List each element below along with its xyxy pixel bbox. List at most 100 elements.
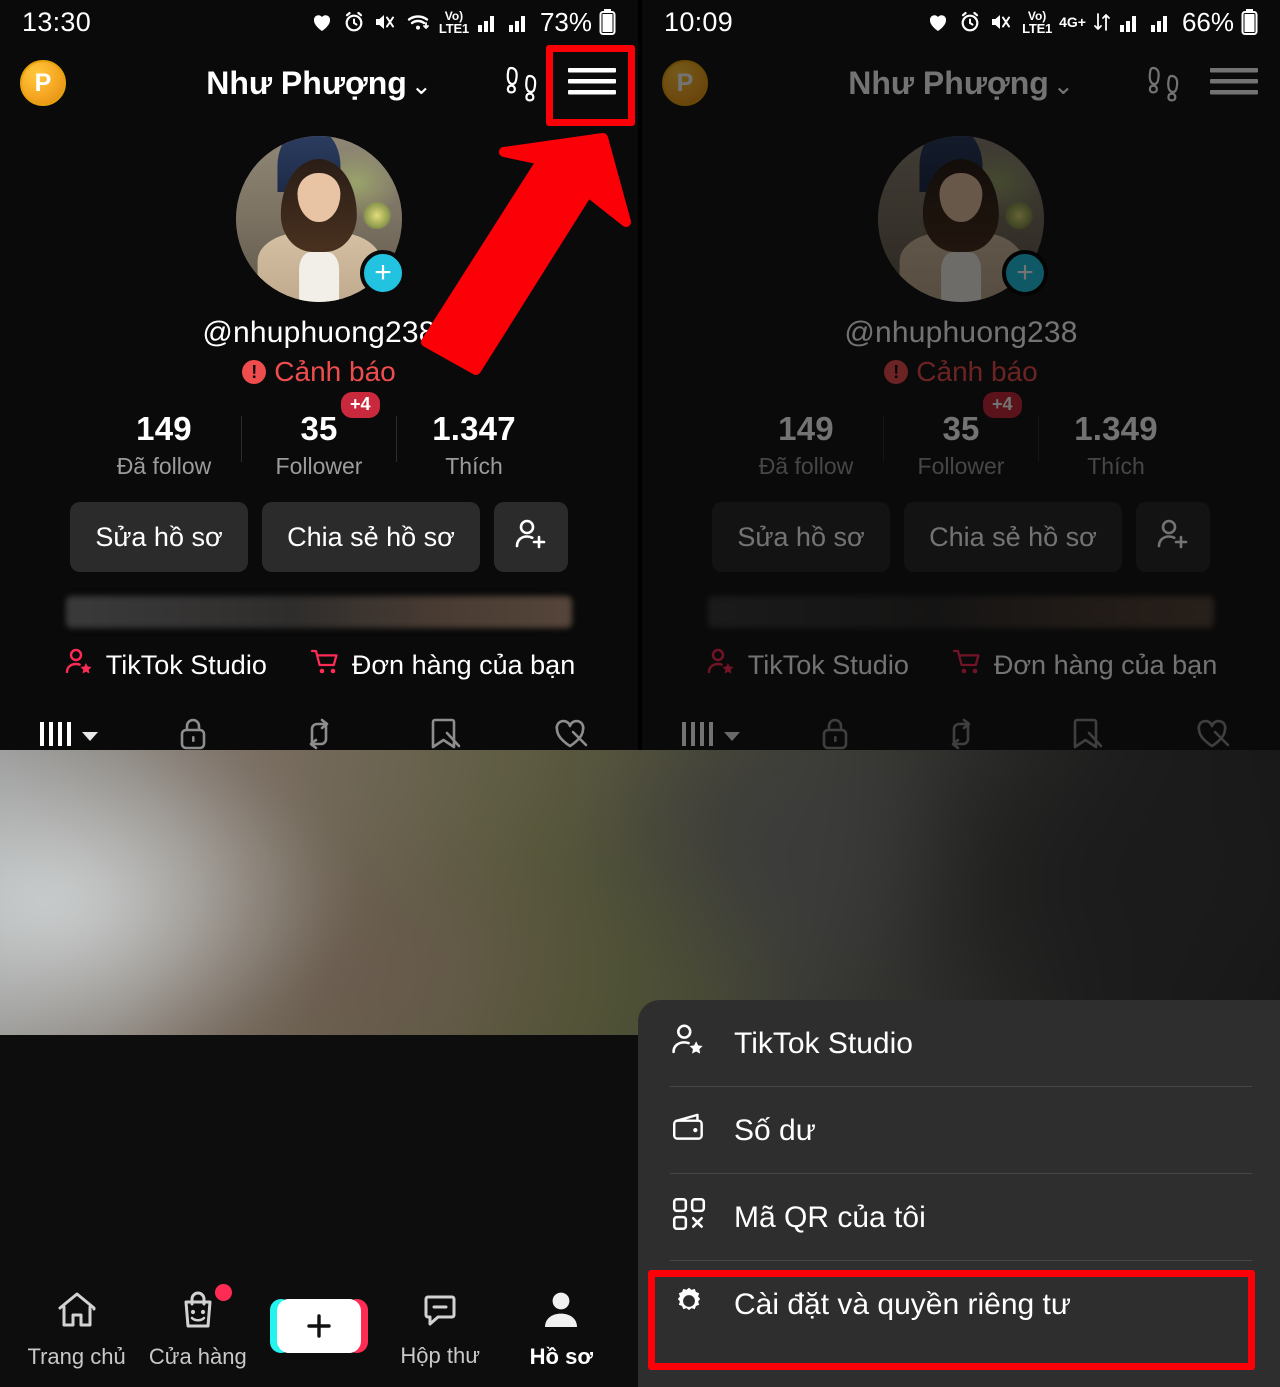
app-bar-right: P Như Phượng ⌄ xyxy=(642,44,1280,122)
warning-badge[interactable]: ! Cảnh báo xyxy=(884,356,1038,388)
shortcut-your-orders[interactable]: Đơn hàng của bạn xyxy=(951,646,1217,685)
nav-item-home[interactable]: Trang chủ xyxy=(27,1288,127,1370)
mute-vibrate-icon xyxy=(373,10,399,34)
profile-actions-right: Sửa hồ sơ Chia sẻ hồ sơ xyxy=(642,502,1280,572)
menu-item-balance[interactable]: Số dư xyxy=(638,1087,1280,1174)
menu-item-settings-privacy[interactable]: Cài đặt và quyền riêng tư xyxy=(638,1261,1280,1348)
tab-private[interactable] xyxy=(130,707,256,750)
profile-actions-left: Sửa hồ sơ Chia sẻ hồ sơ xyxy=(0,502,638,572)
profile-tabs-left xyxy=(0,707,638,750)
tab-reposts[interactable] xyxy=(898,707,1024,750)
shortcut-label: Đơn hàng của bạn xyxy=(351,650,576,680)
stat-followers[interactable]: +4 35 Follower xyxy=(884,392,1039,480)
menu-item-label: TikTok Studio xyxy=(734,1026,913,1060)
chevron-down-icon: ⌄ xyxy=(1052,71,1074,100)
add-user-icon xyxy=(511,514,551,561)
hamburger-icon[interactable] xyxy=(1208,63,1260,104)
edit-profile-button[interactable]: Sửa hồ sơ xyxy=(70,502,248,572)
chevron-down-icon xyxy=(82,731,98,741)
signal-icon-1 xyxy=(1118,11,1142,33)
shortcut-tiktok-studio[interactable]: TikTok Studio xyxy=(63,646,267,685)
stat-following[interactable]: 149 Đã follow xyxy=(87,410,242,480)
battery-percent: 66% xyxy=(1181,6,1234,37)
footsteps-icon[interactable] xyxy=(502,59,544,108)
coin-avatar-button[interactable]: P xyxy=(662,60,708,106)
add-avatar-plus-icon[interactable]: + xyxy=(360,250,406,296)
right-phone-panel: 10:09 Vo) LTE1 4G+ 66% P Như Phượng ⌄ + … xyxy=(642,0,1280,750)
stat-value: 1.349 xyxy=(1074,410,1158,447)
create-icon[interactable] xyxy=(269,1298,368,1353)
status-bar-right: 10:09 Vo) LTE1 4G+ 66% xyxy=(642,0,1280,44)
wallet-icon xyxy=(670,1108,708,1154)
nav-item-inbox[interactable]: Hộp thư xyxy=(390,1289,490,1369)
profile-handle[interactable]: @nhuphuong238 xyxy=(202,316,435,350)
tab-liked[interactable] xyxy=(508,707,634,750)
qr-code-icon xyxy=(670,1195,708,1241)
tab-liked[interactable] xyxy=(1150,707,1276,750)
add-avatar-plus-icon[interactable]: + xyxy=(1002,250,1048,296)
avatar[interactable]: + xyxy=(878,136,1048,302)
nav-item-profile[interactable]: Hồ sơ xyxy=(511,1288,611,1370)
nav-item-shop[interactable]: Cửa hàng xyxy=(148,1284,248,1370)
stat-likes[interactable]: 1.349 Thích xyxy=(1039,410,1194,480)
avatar[interactable]: + xyxy=(236,136,406,302)
add-user-icon xyxy=(1153,514,1193,561)
share-profile-button[interactable]: Chia sẻ hồ sơ xyxy=(904,502,1122,572)
menu-item-tiktok-studio[interactable]: TikTok Studio xyxy=(638,1000,1280,1087)
profile-handle[interactable]: @nhuphuong238 xyxy=(844,316,1077,350)
repost-icon xyxy=(300,715,338,751)
tab-saved[interactable] xyxy=(382,707,508,750)
tab-saved[interactable] xyxy=(1024,707,1150,750)
bottom-navigation-bar: Trang chủ Cửa hàng Hộp thư Hồ sơ xyxy=(0,1279,638,1387)
edit-profile-button[interactable]: Sửa hồ sơ xyxy=(712,502,890,572)
dimmed-content-right: P Như Phượng ⌄ + @nhuphuong238 ! Cảnh bá… xyxy=(642,44,1280,750)
wifi-icon xyxy=(406,10,432,34)
left-phone-panel: 13:30 Vo) LTE1 73% P Như Phượng ⌄ + @nhu… xyxy=(0,0,638,750)
hamburger-icon[interactable] xyxy=(566,63,618,104)
shortcut-label: TikTok Studio xyxy=(105,650,267,680)
share-profile-button[interactable]: Chia sẻ hồ sơ xyxy=(262,502,480,572)
stat-value: 149 xyxy=(136,410,192,447)
warning-label: Cảnh báo xyxy=(916,356,1038,387)
warning-icon: ! xyxy=(884,360,909,384)
footsteps-icon[interactable] xyxy=(1144,59,1186,108)
status-icons: Vo) LTE1 73% xyxy=(309,7,616,38)
tab-reposts[interactable] xyxy=(256,707,382,750)
status-bar-left: 13:30 Vo) LTE1 73% xyxy=(0,0,638,44)
shortcut-label: Đơn hàng của bạn xyxy=(993,650,1218,680)
warning-badge[interactable]: ! Cảnh báo xyxy=(242,356,396,388)
tab-posts[interactable] xyxy=(646,707,772,750)
battery-icon xyxy=(1241,9,1258,35)
add-user-button[interactable] xyxy=(494,502,568,572)
app-bar-left: P Như Phượng ⌄ xyxy=(0,44,638,122)
shortcut-tiktok-studio[interactable]: TikTok Studio xyxy=(705,646,909,685)
menu-item-qr-code[interactable]: Mã QR của tôi xyxy=(638,1174,1280,1261)
warning-icon: ! xyxy=(242,360,267,384)
add-user-button[interactable] xyxy=(1136,502,1210,572)
lock-private-icon xyxy=(175,715,211,751)
tab-private[interactable] xyxy=(772,707,898,750)
nav-label: Hộp thư xyxy=(400,1343,480,1368)
nav-item-create[interactable] xyxy=(269,1298,369,1360)
signal-icon-1 xyxy=(476,11,500,33)
promo-banner[interactable] xyxy=(66,596,572,628)
profile-shortcuts-right: TikTok Studio Đơn hàng của bạn xyxy=(642,646,1280,685)
repost-icon xyxy=(942,715,980,751)
promo-banner[interactable] xyxy=(708,596,1214,628)
shortcut-your-orders[interactable]: Đơn hàng của bạn xyxy=(309,646,575,685)
stat-label: Follower xyxy=(917,453,1005,479)
saved-hidden-icon xyxy=(1068,715,1106,751)
stat-followers[interactable]: +4 35 Follower xyxy=(242,392,397,480)
stat-label: Thích xyxy=(445,453,503,479)
studio-icon xyxy=(670,1021,708,1067)
shop-icon xyxy=(176,1288,220,1337)
stat-following[interactable]: 149 Đã follow xyxy=(729,410,884,480)
network-generation-label: 4G+ xyxy=(1059,14,1086,30)
status-badge: +4 xyxy=(341,392,380,418)
volte-icon: Vo) LTE1 xyxy=(438,8,469,36)
coin-avatar-button[interactable]: P xyxy=(20,60,66,106)
stat-likes[interactable]: 1.347 Thích xyxy=(397,410,552,480)
tab-posts[interactable] xyxy=(4,707,130,750)
studio-icon xyxy=(705,646,737,685)
profile-shortcuts-left: TikTok Studio Đơn hàng của bạn xyxy=(0,646,638,685)
